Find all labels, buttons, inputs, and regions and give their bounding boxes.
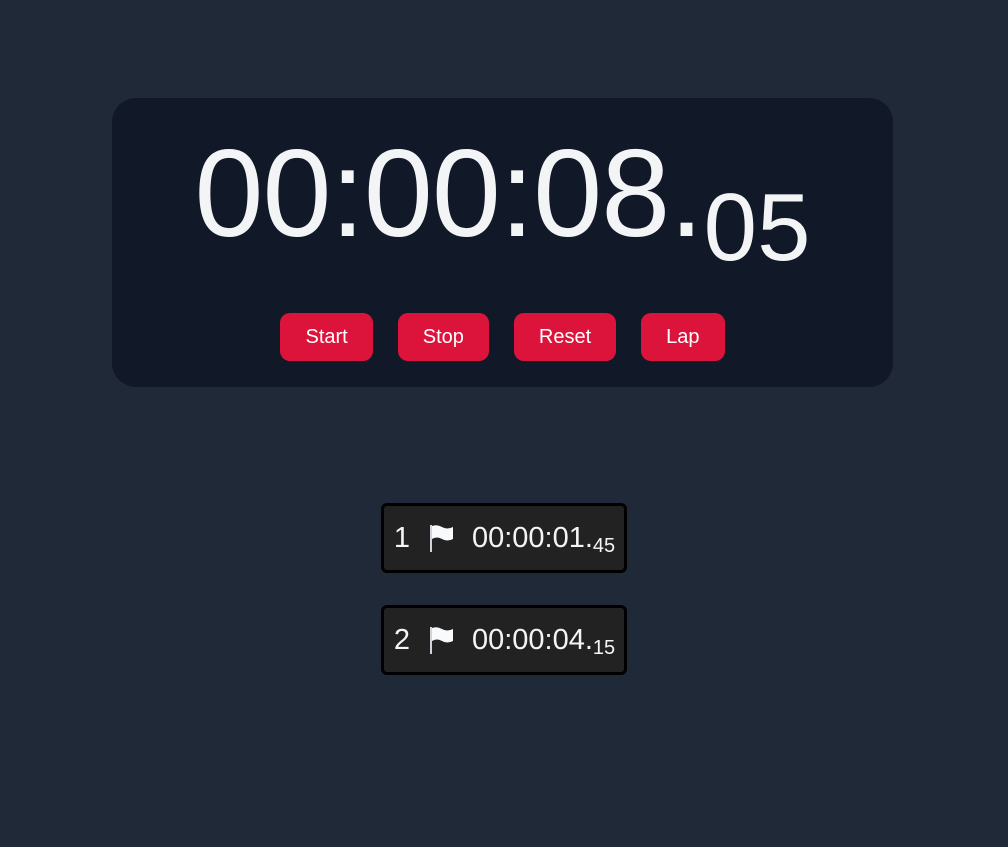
time-display: 00:00:08.05 — [112, 132, 893, 276]
lap-time-milliseconds: 45 — [592, 534, 616, 557]
lap-time-separator: . — [584, 623, 593, 656]
lap-list: 1 00:00:01. 45 2 00:00:04. 15 — [0, 503, 1008, 675]
controls: Start Stop Reset Lap — [112, 313, 893, 361]
lap-button[interactable]: Lap — [641, 313, 725, 361]
flag-icon — [429, 525, 453, 552]
stopwatch-card: 00:00:08.05 Start Stop Reset Lap — [112, 98, 893, 387]
lap-item: 1 00:00:01. 45 — [380, 503, 628, 573]
reset-button[interactable]: Reset — [513, 313, 617, 361]
lap-index: 1 — [393, 521, 410, 554]
flag-icon — [429, 627, 453, 654]
lap-time: 00:00:04 — [471, 623, 585, 656]
lap-item: 2 00:00:04. 15 — [380, 605, 628, 675]
time-main: 00:00:08 — [194, 125, 671, 263]
lap-index: 2 — [393, 623, 410, 656]
lap-time-milliseconds: 15 — [592, 636, 616, 659]
time-milliseconds: 05 — [703, 174, 811, 281]
start-button[interactable]: Start — [280, 313, 373, 361]
lap-time-separator: . — [584, 521, 593, 554]
stop-button[interactable]: Stop — [397, 313, 489, 361]
lap-time: 00:00:01 — [471, 521, 585, 554]
time-separator: . — [669, 125, 704, 263]
